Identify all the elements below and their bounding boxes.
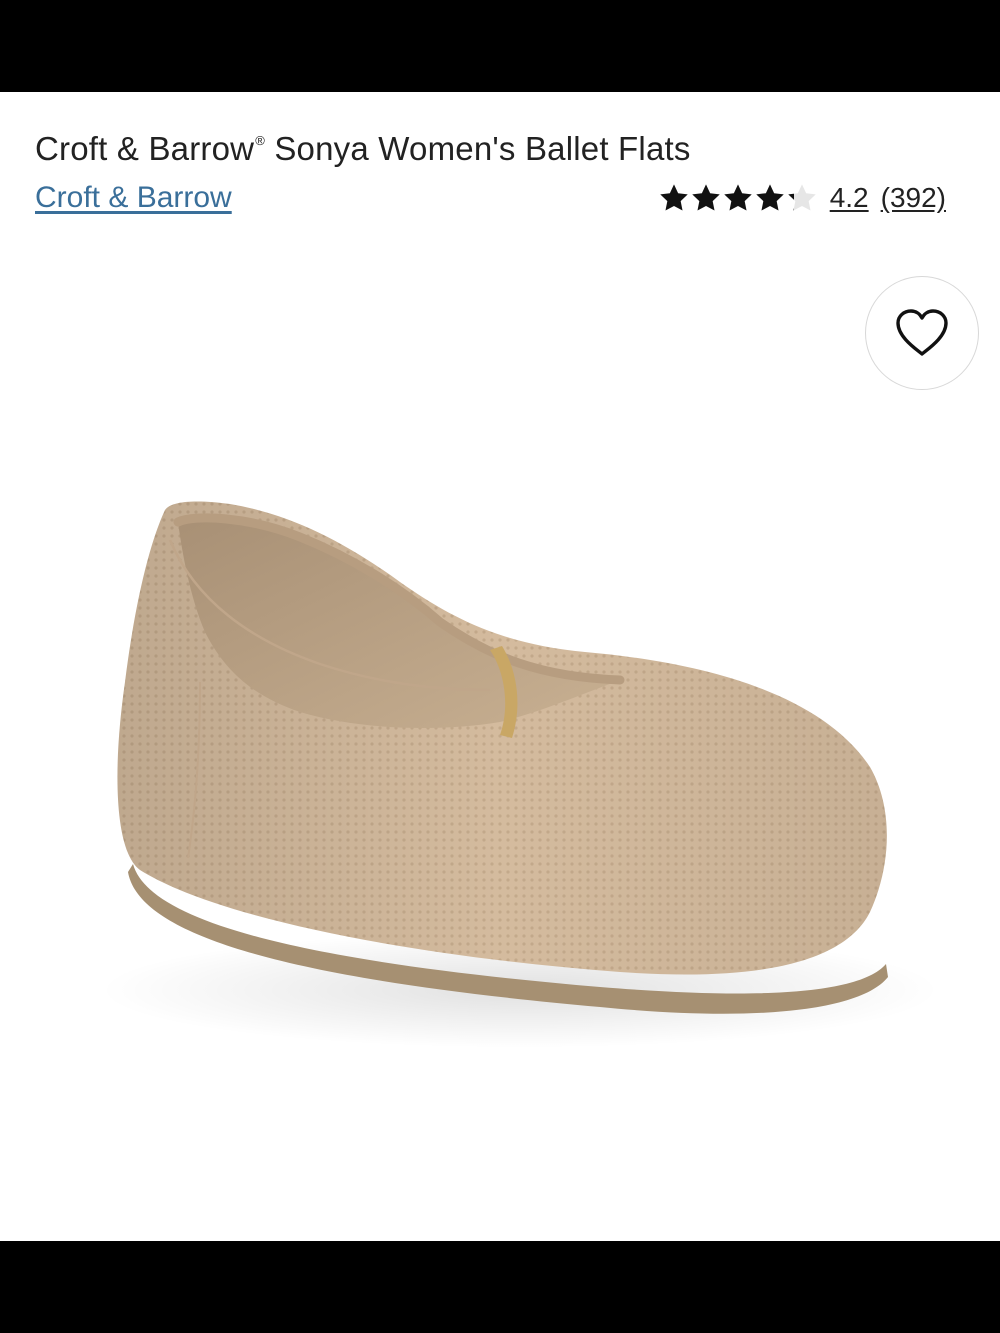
review-count[interactable]: (392) [881, 182, 946, 214]
heart-outline-icon [896, 309, 948, 356]
favorite-button[interactable] [865, 276, 979, 390]
product-title: Croft & Barrow® Sonya Women's Ballet Fla… [35, 130, 691, 168]
rating-value[interactable]: 4.2 [830, 182, 869, 214]
registered-mark: ® [255, 133, 265, 148]
product-title-name: Sonya Women's Ballet Flats [264, 130, 691, 167]
star-icon [691, 184, 720, 211]
rating-stars [658, 182, 818, 214]
product-image [100, 501, 940, 1048]
product-title-brand: Croft & Barrow [35, 130, 255, 167]
product-page: Croft & Barrow® Sonya Women's Ballet Fla… [0, 92, 1000, 1241]
star-icon [755, 184, 784, 211]
brand-link[interactable]: Croft & Barrow [35, 181, 232, 215]
partial-star-icon [787, 184, 816, 211]
bottom-system-bar [0, 1241, 1000, 1333]
product-rating[interactable]: 4.2 (392) [658, 182, 946, 214]
star-icon [723, 184, 752, 211]
top-system-bar [0, 0, 1000, 92]
star-icon [659, 184, 688, 211]
